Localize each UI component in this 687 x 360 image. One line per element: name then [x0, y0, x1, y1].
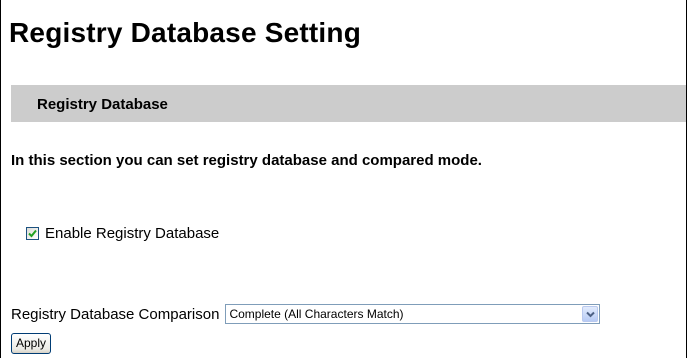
- page-frame: Registry Database Setting Registry Datab…: [0, 0, 687, 358]
- comparison-row: Registry Database Comparison Complete (A…: [11, 303, 601, 325]
- enable-registry-checkbox[interactable]: [26, 226, 39, 240]
- section-header: Registry Database: [11, 85, 686, 122]
- dropdown-button[interactable]: [582, 306, 599, 322]
- enable-registry-row: Enable Registry Database: [26, 224, 219, 242]
- comparison-selected-value: Complete (All Characters Match): [229, 307, 404, 321]
- section-header-label: Registry Database: [37, 96, 168, 113]
- section-description: In this section you can set registry dat…: [11, 152, 482, 169]
- comparison-select[interactable]: Complete (All Characters Match): [225, 304, 601, 324]
- page-title: Registry Database Setting: [9, 17, 361, 48]
- comparison-label: Registry Database Comparison: [11, 305, 220, 323]
- checkmark-icon: [28, 229, 37, 237]
- chevron-down-icon: [586, 311, 596, 318]
- apply-button[interactable]: Apply: [11, 333, 52, 354]
- enable-registry-label[interactable]: Enable Registry Database: [45, 225, 219, 242]
